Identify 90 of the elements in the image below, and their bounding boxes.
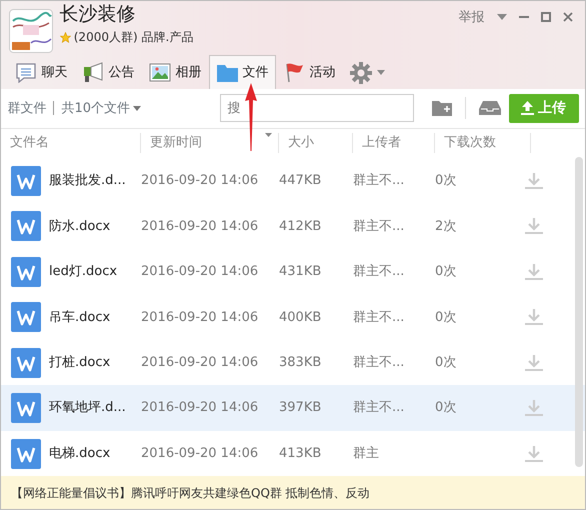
uploader: 群主不... — [353, 218, 406, 236]
tab[interactable]: 公告 — [74, 55, 142, 89]
column-header[interactable]: 文件名 — [1, 133, 141, 154]
file-row[interactable]: 服装批发.d... 2016-09-20 14:06 447KB 群主不... 0次 — [1, 158, 585, 204]
file-name: led灯.docx — [49, 263, 118, 282]
word-document-icon — [11, 393, 41, 424]
file-name: 打桩.docx — [49, 354, 110, 372]
report-link[interactable]: 举报 — [452, 8, 490, 27]
file-row[interactable]: 环氧地坪.d... 2016-09-20 14:06 397KB 群主不... 0次 — [1, 385, 585, 431]
file-name: 吊车.docx — [49, 308, 110, 327]
file-size: 383KB — [279, 354, 322, 372]
scrollbar[interactable] — [575, 157, 583, 467]
update-time: 2016-09-20 14:06 — [141, 399, 260, 418]
file-size: 431KB — [279, 263, 322, 282]
download-count: 0次 — [435, 399, 458, 418]
uploader: 群主 — [353, 444, 380, 463]
annotation-arrow — [244, 83, 258, 151]
download-count: 0次 — [435, 263, 458, 282]
column-header[interactable]: 上传者 — [353, 133, 435, 154]
section-label: 群文件 — [8, 100, 46, 118]
group-info: (2000人群) 品牌.产品 — [74, 29, 194, 46]
megaphone-icon — [82, 62, 104, 83]
star-icon — [60, 32, 70, 43]
download-icon — [525, 262, 543, 281]
uploader: 群主不... — [353, 399, 406, 418]
download-icon — [525, 308, 543, 326]
file-row[interactable]: 防水.docx 2016-09-20 14:06 412KB 群主不... 2次 — [1, 204, 585, 250]
update-time: 2016-09-20 14:06 — [141, 308, 260, 327]
file-size: 447KB — [279, 172, 322, 190]
file-size: 412KB — [279, 218, 322, 236]
file-size: 397KB — [279, 399, 322, 418]
tab[interactable]: 相册 — [142, 55, 208, 89]
column-header-label: 更新时间 — [150, 134, 202, 152]
uploader: 群主不... — [353, 263, 406, 282]
folder-icon — [216, 62, 238, 83]
group-title: 长沙装修 — [60, 4, 136, 26]
word-document-icon — [11, 256, 41, 287]
update-time: 2016-09-20 14:06 — [141, 263, 260, 282]
close-icon — [562, 12, 572, 22]
caret-icon — [133, 106, 142, 111]
download-icon — [525, 217, 543, 236]
word-document-icon — [11, 302, 41, 332]
column-header[interactable]: 大小 — [279, 133, 353, 154]
download-icon — [525, 172, 543, 190]
download-count: 0次 — [435, 172, 458, 190]
sort-caret-icon — [264, 133, 272, 138]
download-count: 2次 — [435, 218, 458, 236]
file-name: 环氧地坪.d... — [49, 399, 126, 418]
tab[interactable]: 聊天 — [8, 55, 74, 89]
uploader: 群主不... — [353, 308, 406, 327]
download-icon — [525, 399, 543, 418]
upload-icon — [521, 101, 534, 116]
file-size: 400KB — [279, 308, 322, 327]
download-icon — [525, 354, 543, 372]
tray-icon — [479, 100, 502, 116]
folder-plus-icon — [432, 100, 452, 116]
file-row[interactable]: 打桩.docx 2016-09-20 14:06 383KB 群主不... 0次 — [1, 340, 585, 386]
word-document-icon — [11, 348, 41, 378]
file-name: 电梯.docx — [49, 444, 110, 463]
chat-bubble-icon — [14, 62, 36, 83]
file-name: 服装批发.d... — [49, 172, 126, 190]
file-row[interactable]: 电梯.docx 2016-09-20 14:06 413KB 群主 — [1, 430, 585, 476]
minimize-icon — [518, 16, 528, 18]
tab[interactable]: 文件 — [208, 55, 276, 89]
file-count-dropdown[interactable]: 共10个文件 — [60, 98, 142, 120]
maximize-icon — [540, 12, 550, 22]
download-count: 0次 — [435, 354, 458, 372]
update-time: 2016-09-20 14:06 — [141, 354, 260, 372]
notice-banner: 【网络正能量倡议书】腾讯呼吁网友共建绿色QQ群 抵制色情、反动 — [1, 476, 585, 509]
word-document-icon — [11, 166, 41, 196]
word-document-icon — [11, 438, 41, 469]
new-folder-button[interactable] — [432, 98, 452, 118]
caret-icon — [496, 14, 506, 20]
file-row[interactable]: led灯.docx 2016-09-20 14:06 431KB 群主不... 0次 — [1, 249, 585, 295]
caret-icon — [376, 70, 384, 75]
column-header[interactable]: 下载次数 — [435, 133, 531, 154]
word-document-icon — [11, 211, 41, 242]
file-size: 413KB — [279, 444, 322, 463]
update-time: 2016-09-20 14:06 — [141, 172, 260, 190]
file-name: 防水.docx — [49, 218, 110, 236]
search-field[interactable]: 搜 — [220, 94, 414, 122]
download-count: 0次 — [435, 308, 458, 327]
tab[interactable]: 活动 — [276, 55, 342, 89]
download-icon — [525, 444, 543, 463]
file-row[interactable]: 吊车.docx 2016-09-20 14:06 400KB 群主不... 0次 — [1, 294, 585, 340]
update-time: 2016-09-20 14:06 — [141, 218, 260, 236]
uploader: 群主不... — [353, 354, 406, 372]
uploader: 群主不... — [353, 172, 406, 190]
image-icon — [148, 62, 170, 83]
update-time: 2016-09-20 14:06 — [141, 444, 260, 463]
